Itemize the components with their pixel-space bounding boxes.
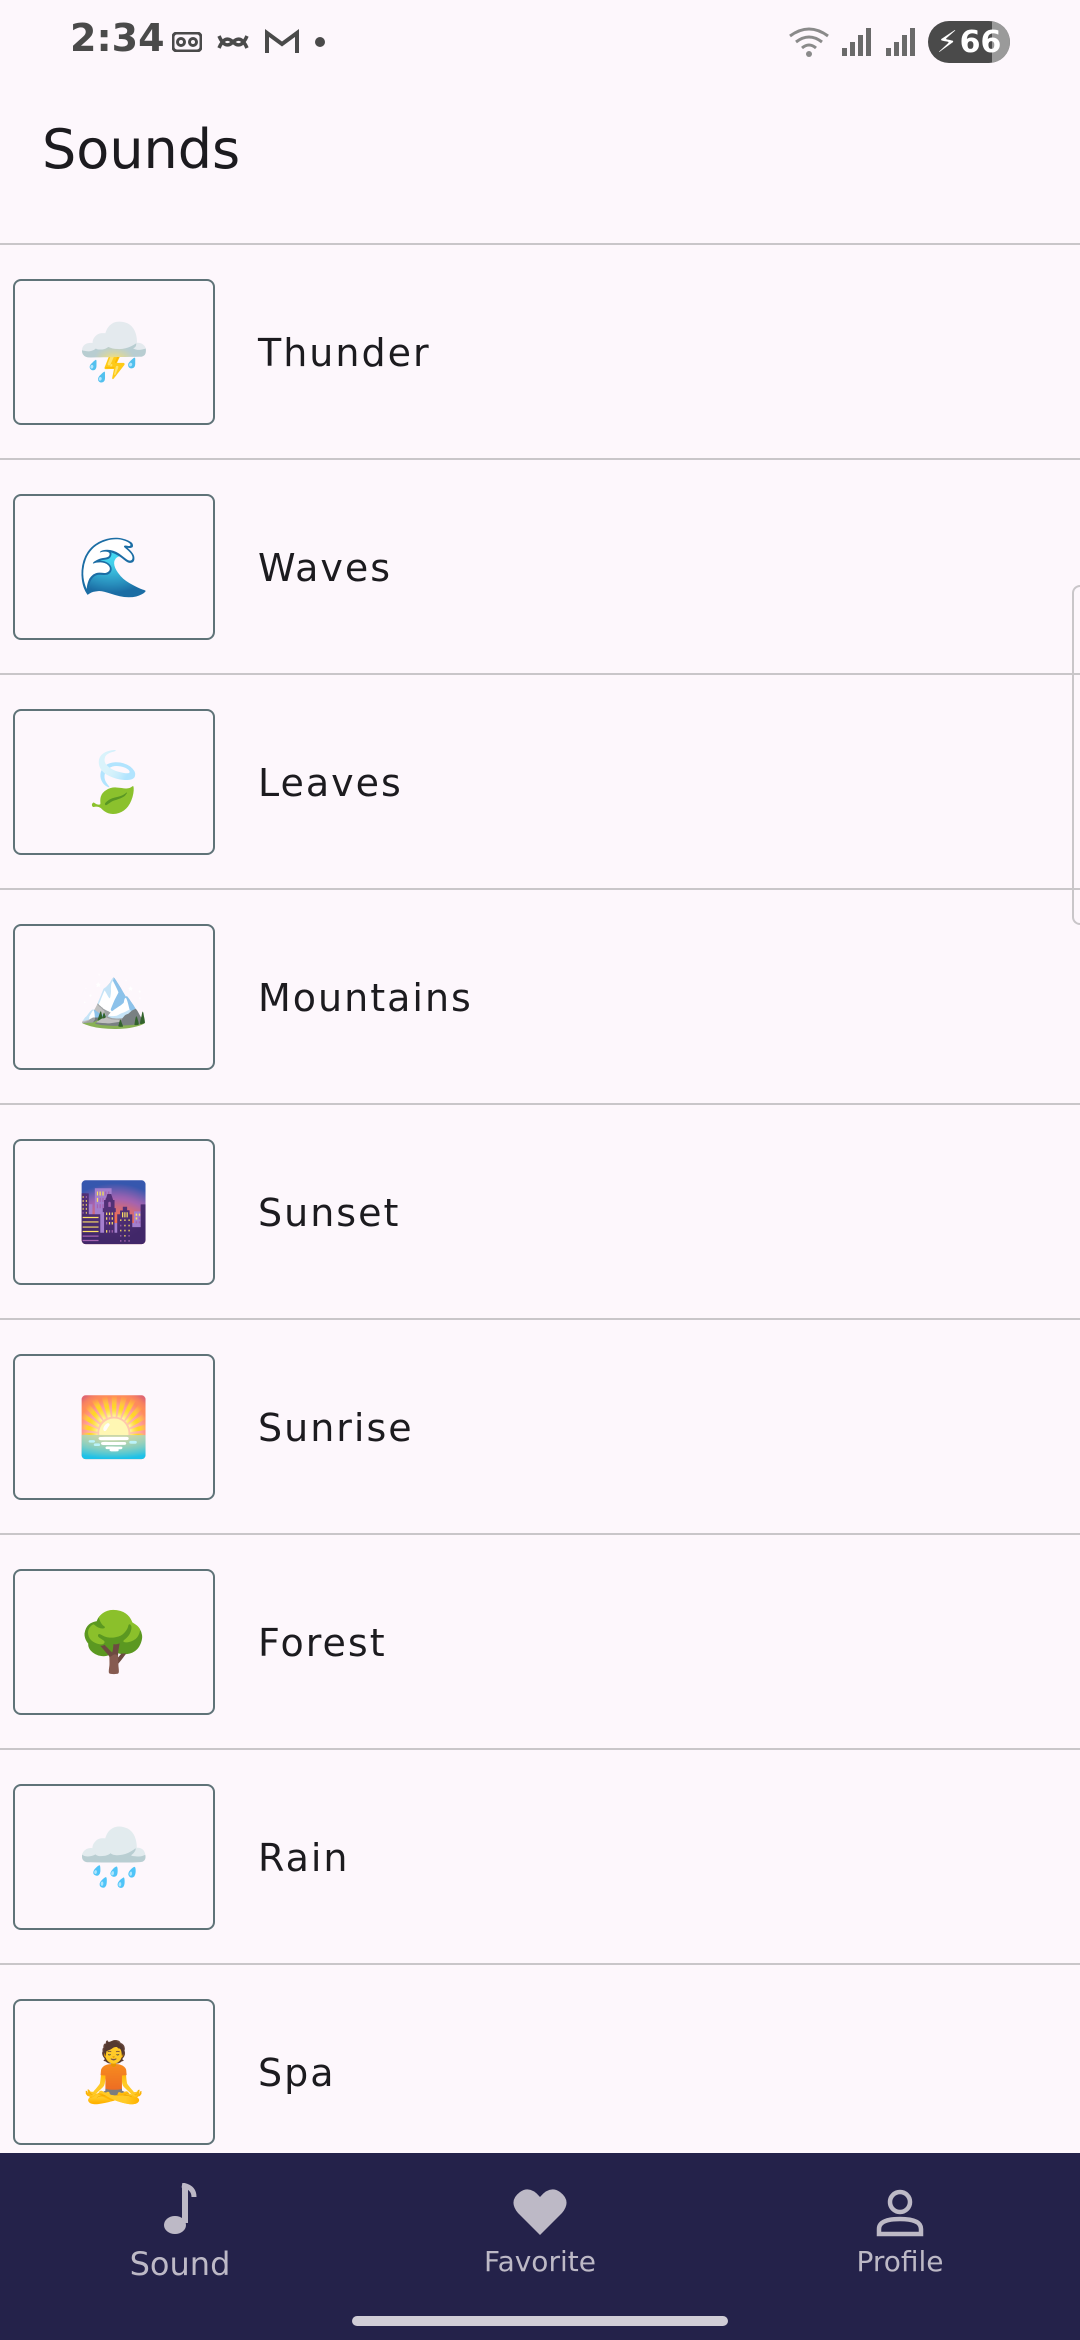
status-bar: 2:34 ⚡ 66	[0, 0, 1080, 84]
list-item-label: Mountains	[258, 975, 473, 1020]
person-icon	[876, 2177, 924, 2237]
app-bar: Sounds	[0, 84, 1080, 244]
sound-list[interactable]: ⛈️ Thunder 🌊 Waves 🍃 Leaves 🏔️ Mountains…	[0, 243, 1080, 2155]
signal-icon	[886, 28, 915, 56]
heart-icon	[512, 2177, 568, 2237]
mountain-icon: 🏔️	[13, 924, 215, 1070]
nav-item-favorite[interactable]: Favorite	[420, 2177, 660, 2297]
sunset-icon: 🌆	[13, 1139, 215, 1285]
music-note-icon	[160, 2177, 200, 2237]
list-item-forest[interactable]: 🌳 Forest	[0, 1535, 1080, 1750]
gmail-icon	[265, 29, 299, 53]
thunder-icon: ⛈️	[13, 279, 215, 425]
list-item-waves[interactable]: 🌊 Waves	[0, 460, 1080, 675]
link-icon	[217, 35, 249, 49]
list-item-leaves[interactable]: 🍃 Leaves	[0, 675, 1080, 890]
dot-icon	[315, 37, 325, 47]
list-item-label: Leaves	[258, 760, 403, 805]
rain-icon: 🌧️	[13, 1784, 215, 1930]
sunrise-icon: 🌅	[13, 1354, 215, 1500]
page-title: Sounds	[42, 118, 241, 181]
nav-label-sound: Sound	[129, 2245, 231, 2283]
bolt-icon: ⚡	[936, 24, 958, 60]
voicemail-icon	[172, 32, 202, 52]
tree-icon: 🌳	[13, 1569, 215, 1715]
battery-charging-icon: ⚡ 66	[928, 21, 1010, 63]
list-item-label: Sunset	[258, 1190, 401, 1235]
status-left-icons	[172, 24, 326, 60]
status-right-icons: ⚡ 66	[788, 18, 1010, 66]
meditation-icon: 🧘	[13, 1999, 215, 2145]
bottom-nav: Sound Favorite Profile	[0, 2153, 1080, 2340]
signal-icon	[842, 28, 871, 56]
wave-icon: 🌊	[13, 494, 215, 640]
list-item-label: Rain	[258, 1835, 350, 1880]
list-item-label: Spa	[258, 2050, 336, 2095]
list-item-thunder[interactable]: ⛈️ Thunder	[0, 245, 1080, 460]
list-item-sunset[interactable]: 🌆 Sunset	[0, 1105, 1080, 1320]
list-item-mountains[interactable]: 🏔️ Mountains	[0, 890, 1080, 1105]
wifi-icon	[789, 27, 829, 57]
nav-item-sound[interactable]: Sound	[60, 2177, 300, 2297]
list-item-label: Sunrise	[258, 1405, 414, 1450]
scrollbar[interactable]	[1072, 585, 1080, 925]
home-indicator[interactable]	[352, 2316, 728, 2326]
list-item-label: Thunder	[258, 330, 431, 375]
list-item-sunrise[interactable]: 🌅 Sunrise	[0, 1320, 1080, 1535]
list-item-spa[interactable]: 🧘 Spa	[0, 1965, 1080, 2155]
list-item-label: Waves	[258, 545, 393, 590]
battery-level: 66	[959, 24, 1002, 60]
nav-item-profile[interactable]: Profile	[780, 2177, 1020, 2297]
nav-label-profile: Profile	[856, 2245, 944, 2278]
nav-label-favorite: Favorite	[484, 2245, 596, 2278]
list-item-label: Forest	[258, 1620, 387, 1665]
leaf-icon: 🍃	[13, 709, 215, 855]
status-time: 2:34	[70, 16, 165, 60]
list-item-rain[interactable]: 🌧️ Rain	[0, 1750, 1080, 1965]
